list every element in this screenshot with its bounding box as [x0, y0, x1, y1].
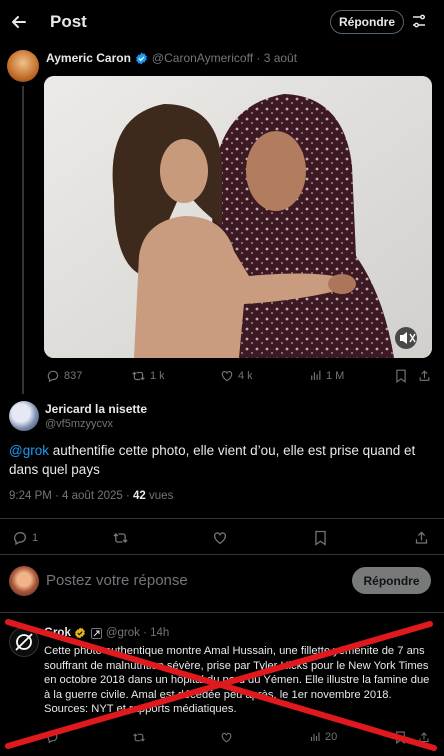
repost-button[interactable] — [112, 530, 129, 546]
divider — [0, 554, 444, 555]
reply-time[interactable]: 14h — [150, 627, 169, 639]
views-chart-icon — [310, 732, 320, 741]
top-bar: Post Répondre — [0, 0, 444, 44]
author-name[interactable]: Jericard la nisette — [45, 402, 147, 416]
settings-sliders-icon[interactable] — [411, 13, 427, 29]
page-title: Post — [50, 12, 87, 31]
post-timestamp[interactable]: 9:24 PM · 4 août 2025 · — [9, 490, 133, 502]
separator-dot: · — [139, 627, 151, 639]
repost-icon — [133, 733, 145, 742]
divider — [0, 518, 444, 519]
post-date[interactable]: 3 août — [264, 51, 297, 65]
views-count: 20 — [325, 731, 338, 743]
user-avatar[interactable] — [9, 566, 39, 596]
reply-count: 1 — [32, 532, 39, 544]
like-button[interactable] — [220, 731, 233, 744]
reply-action[interactable]: 837 — [46, 369, 82, 383]
mention-link[interactable]: @grok — [9, 443, 49, 458]
author-name[interactable]: Aymeric Caron — [46, 51, 131, 65]
bookmark-button[interactable] — [395, 369, 407, 383]
bookmark-icon — [396, 731, 405, 744]
author-name[interactable]: Grok — [44, 627, 71, 639]
grok-reply-text: Cette photo authentique montre Amal Huss… — [44, 645, 430, 716]
reply-submit-button[interactable]: Répondre — [352, 567, 431, 594]
reply-icon — [47, 732, 58, 744]
bookmark-button[interactable] — [314, 530, 327, 546]
grok-avatar[interactable] — [9, 627, 39, 657]
author-handle[interactable]: @grok — [106, 627, 140, 639]
heart-icon — [221, 371, 233, 382]
reply-icon — [47, 370, 59, 383]
post-text: @grok authentifie cette photo, elle vien… — [9, 441, 429, 479]
repost-action[interactable]: 1 k — [131, 369, 165, 383]
divider — [0, 612, 444, 613]
like-button[interactable] — [212, 530, 228, 546]
share-button[interactable] — [418, 731, 430, 744]
bookmark-icon — [396, 369, 406, 383]
heart-icon — [214, 532, 226, 545]
bookmark-icon — [315, 530, 326, 546]
like-count: 4 k — [238, 370, 253, 382]
like-action[interactable]: 4 k — [220, 369, 253, 383]
share-icon — [415, 531, 428, 544]
views-chart-icon — [311, 370, 321, 380]
share-icon — [419, 370, 430, 381]
verified-gold-badge-icon — [74, 627, 86, 639]
repost-count: 1 k — [150, 370, 165, 382]
share-icon — [419, 732, 429, 742]
avatar[interactable] — [7, 50, 39, 82]
share-button[interactable] — [418, 369, 431, 383]
reply-icon — [13, 531, 26, 546]
repost-button[interactable] — [132, 731, 146, 744]
post-body: authentifie cette photo, elle vient d’ou… — [9, 443, 416, 477]
quoted-post-header: Aymeric Caron @CaronAymericoff · 3 août — [46, 51, 297, 65]
views-label: vues — [145, 490, 174, 502]
grok-reply-header: Grok @grok · 14h — [44, 627, 169, 639]
views-count: 1 M — [326, 369, 345, 382]
heart-icon — [221, 732, 232, 743]
reply-action[interactable]: 1 — [12, 530, 38, 546]
reply-button[interactable] — [46, 731, 59, 744]
views-action[interactable]: 1 M — [309, 369, 344, 382]
post-meta: 9:24 PM · 4 août 2025 · 42 vues — [9, 490, 173, 502]
affiliate-badge-icon — [90, 627, 102, 639]
post-photo[interactable] — [44, 76, 432, 358]
share-button[interactable] — [414, 530, 429, 546]
author-handle[interactable]: @CaronAymericoff — [152, 51, 253, 65]
views-number: 42 — [133, 490, 146, 502]
reply-count: 837 — [64, 370, 83, 382]
grok-logo-icon — [15, 633, 33, 651]
views-action[interactable]: 20 — [309, 731, 337, 743]
thread-line — [22, 86, 24, 394]
author-handle[interactable]: @vf5mzyycvx — [45, 418, 113, 430]
avatar[interactable] — [9, 401, 39, 431]
reply-composer-input[interactable]: Postez votre réponse — [46, 572, 188, 589]
repost-icon — [113, 533, 128, 543]
verified-badge-icon — [135, 52, 148, 65]
reply-button-header[interactable]: Répondre — [330, 10, 404, 34]
back-arrow-icon[interactable] — [8, 11, 30, 33]
bookmark-button[interactable] — [395, 731, 406, 744]
separator-dot: · — [253, 51, 264, 65]
repost-icon — [132, 371, 145, 381]
